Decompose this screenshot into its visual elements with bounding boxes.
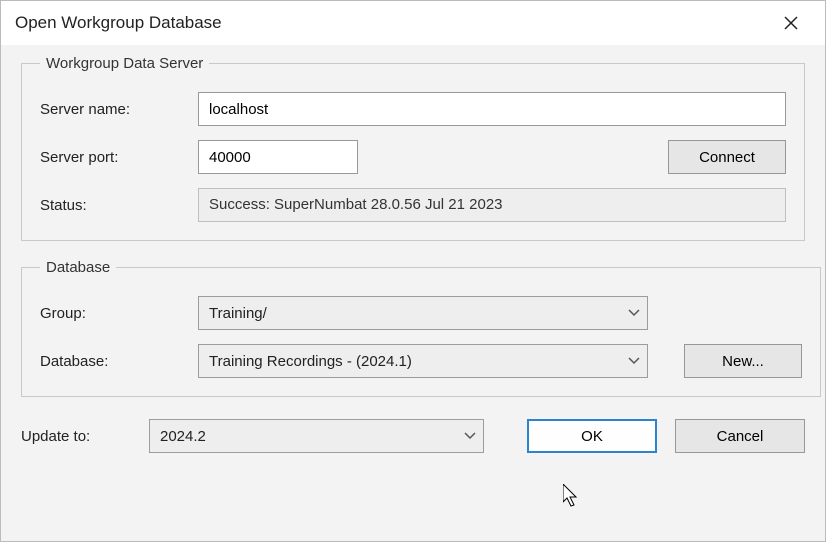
label-update-to: Update to: <box>21 428 131 445</box>
group-combo-value: Training/ <box>199 305 621 322</box>
footer-row: Update to: 2024.2 OK Cancel <box>21 415 805 453</box>
label-server-port: Server port: <box>40 149 180 166</box>
dialog-open-workgroup-database: Open Workgroup Database Workgroup Data S… <box>0 0 826 542</box>
label-database: Database: <box>40 353 180 370</box>
server-port-input[interactable] <box>198 140 358 174</box>
cancel-button[interactable]: Cancel <box>675 419 805 453</box>
status-value: Success: SuperNumbat 28.0.56 Jul 21 2023 <box>198 188 786 222</box>
row-group: Group: Training/ <box>40 296 802 330</box>
ok-button[interactable]: OK <box>527 419 657 453</box>
update-to-value: 2024.2 <box>150 428 457 445</box>
row-server-port: Server port: Connect <box>40 140 786 174</box>
server-name-input[interactable] <box>198 92 786 126</box>
titlebar: Open Workgroup Database <box>1 1 825 45</box>
connect-button[interactable]: Connect <box>668 140 786 174</box>
label-server-name: Server name: <box>40 101 180 118</box>
group-workgroup-data-server: Workgroup Data Server Server name: Serve… <box>21 55 805 241</box>
group-combo[interactable]: Training/ <box>198 296 648 330</box>
new-button[interactable]: New... <box>684 344 802 378</box>
group-legend-server: Workgroup Data Server <box>40 55 209 72</box>
label-status: Status: <box>40 197 180 214</box>
label-group: Group: <box>40 305 180 322</box>
dialog-content: Workgroup Data Server Server name: Serve… <box>1 45 825 541</box>
group-database: Database Group: Training/ Database: Trai… <box>21 259 821 397</box>
database-combo-value: Training Recordings - (2024.1) <box>199 353 621 370</box>
row-status: Status: Success: SuperNumbat 28.0.56 Jul… <box>40 188 786 222</box>
row-database: Database: Training Recordings - (2024.1)… <box>40 344 802 378</box>
update-to-combo[interactable]: 2024.2 <box>149 419 484 453</box>
database-combo[interactable]: Training Recordings - (2024.1) <box>198 344 648 378</box>
close-icon[interactable] <box>783 15 811 31</box>
chevron-down-icon <box>457 432 483 440</box>
chevron-down-icon <box>621 309 647 317</box>
window-title: Open Workgroup Database <box>15 13 222 33</box>
group-legend-database: Database <box>40 259 116 276</box>
chevron-down-icon <box>621 357 647 365</box>
row-server-name: Server name: <box>40 92 786 126</box>
